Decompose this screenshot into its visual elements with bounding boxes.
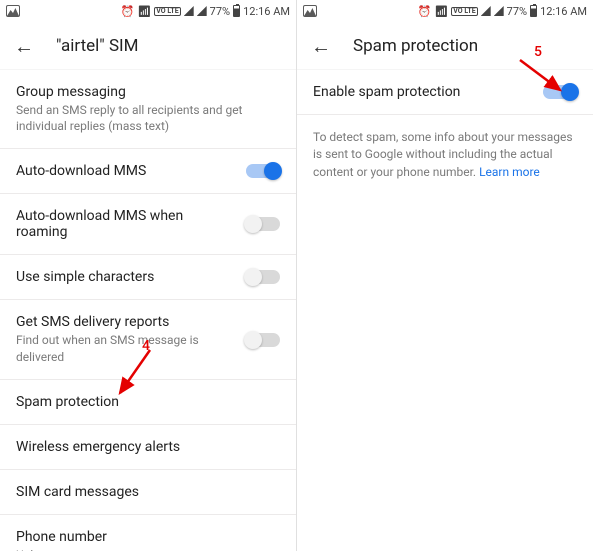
signal-icon-1 [481,6,491,16]
signal-icon-2 [197,6,207,16]
toggle-enable-spam-protection[interactable] [543,85,577,99]
page-title: Spam protection [353,36,478,56]
row-phone-number[interactable]: Phone number Unknown [0,515,296,551]
row-title: Enable spam protection [313,84,460,100]
learn-more-link[interactable]: Learn more [479,165,540,179]
clock-time: 12:16 AM [243,5,290,18]
header: ← "airtel" SIM [0,22,296,70]
wifi-icon: 📶︎ [137,5,151,18]
volte-icon: VO LTE [154,7,180,16]
battery-percent: 77% [507,5,527,18]
row-sim-card-messages[interactable]: SIM card messages [0,470,296,515]
screen-sim-settings: 📶︎ VO LTE 77% 12:16 AM ← "airtel" SIM Gr… [0,0,297,551]
row-title: Spam protection [16,394,119,410]
battery-icon [530,5,537,17]
row-subtitle: Send an SMS reply to all recipients and … [16,102,280,134]
row-subtitle: Unknown [16,547,107,551]
row-subtitle: Find out when an SMS message is delivere… [16,332,236,364]
wifi-icon: 📶︎ [434,5,448,18]
header: ← Spam protection [297,22,593,70]
toggle-auto-download-mms-roaming[interactable] [246,217,280,231]
status-bar: 📶︎ VO LTE 77% 12:16 AM [0,0,296,22]
row-spam-protection[interactable]: Spam protection [0,380,296,425]
signal-icon-1 [184,6,194,16]
row-title: SIM card messages [16,484,139,500]
row-wireless-emergency-alerts[interactable]: Wireless emergency alerts [0,425,296,470]
toggle-auto-download-mms[interactable] [246,164,280,178]
settings-list: Group messaging Send an SMS reply to all… [0,70,296,551]
row-title: Phone number [16,529,107,545]
battery-percent: 77% [210,5,230,18]
page-title: "airtel" SIM [56,36,139,56]
row-title: Group messaging [16,84,280,100]
alarm-icon [121,5,135,18]
row-title: Get SMS delivery reports [16,314,236,330]
row-enable-spam-protection[interactable]: Enable spam protection [297,70,593,115]
back-arrow-icon[interactable]: ← [14,36,34,56]
row-group-messaging[interactable]: Group messaging Send an SMS reply to all… [0,70,296,149]
volte-icon: VO LTE [451,7,477,16]
toggle-simple-characters[interactable] [246,270,280,284]
row-title: Use simple characters [16,269,154,285]
clock-time: 12:16 AM [540,5,587,18]
notification-image-icon [6,5,20,17]
row-auto-download-mms-roaming[interactable]: Auto-download MMS when roaming [0,194,296,255]
status-bar: 📶︎ VO LTE 77% 12:16 AM [297,0,593,22]
annotation-label-5: 5 [534,44,542,60]
battery-icon [233,5,240,17]
row-auto-download-mms[interactable]: Auto-download MMS [0,149,296,194]
row-title: Wireless emergency alerts [16,439,180,455]
spam-info-text: To detect spam, some info about your mes… [297,115,593,195]
row-simple-characters[interactable]: Use simple characters [0,255,296,300]
alarm-icon [418,5,432,18]
row-title: Auto-download MMS when roaming [16,208,236,240]
row-title: Auto-download MMS [16,163,146,179]
screen-spam-protection: 📶︎ VO LTE 77% 12:16 AM ← Spam protection… [297,0,593,551]
signal-icon-2 [494,6,504,16]
notification-image-icon [303,5,317,17]
toggle-delivery-reports[interactable] [246,333,280,347]
annotation-label-4: 4 [142,338,150,354]
back-arrow-icon[interactable]: ← [311,36,331,56]
